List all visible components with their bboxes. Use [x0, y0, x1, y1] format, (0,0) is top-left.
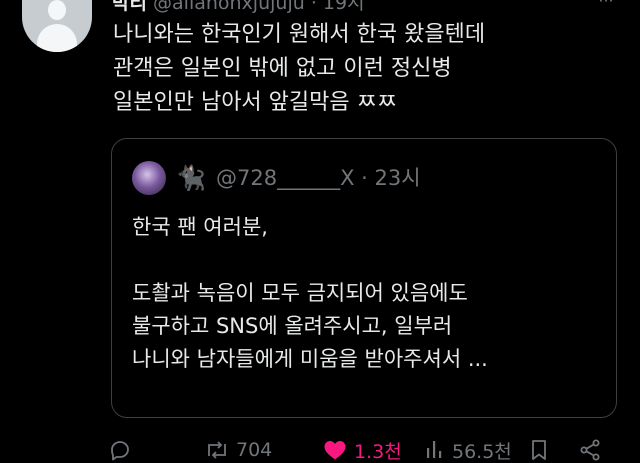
action-bar: 704 1.3천 56.5천: [108, 432, 618, 463]
share-icon: [580, 439, 600, 461]
cat-emoji: 🐈‍⬛: [176, 164, 206, 192]
tweet-text-line: 일본인만 남아서 앞길막음 ㅉㅉ: [113, 90, 398, 115]
avatar-shoulders-shape: [37, 24, 77, 52]
quoted-tweet-card[interactable]: 🐈‍⬛ @728______X · 23시 한국 팬 여러분, 도촬과 녹음이 …: [111, 138, 617, 418]
retweet-count: 704: [236, 439, 273, 461]
views-button[interactable]: 56.5천: [424, 432, 512, 463]
reply-button[interactable]: [108, 432, 132, 463]
retweet-icon: [208, 441, 226, 459]
timestamp[interactable]: · 19시: [311, 0, 365, 14]
display-name[interactable]: 박리: [112, 0, 147, 14]
quoted-tweet-text: 한국 팬 여러분, 도촬과 녹음이 모두 금지되어 있음에도 불구하고 SNS에…: [132, 211, 602, 376]
tweet-header: 박리 @aliahonxjujuju · 19시: [112, 0, 365, 15]
tweet: 박리 @aliahonxjujuju · 19시 ··· 나니와는 한국인기 원…: [0, 0, 640, 463]
quoted-avatar[interactable]: [132, 161, 166, 195]
tweet-text: 나니와는 한국인기 원해서 한국 왔을텐데 관객은 일본인 밖에 없고 이런 정…: [113, 18, 613, 120]
avatar-head-shape: [48, 0, 66, 20]
reply-icon: [111, 441, 129, 461]
quoted-text-line: 나니와 남자들에게 미움을 받아주셔서 ...: [132, 347, 488, 371]
quoted-text-line: 한국 팬 여러분,: [132, 215, 268, 239]
quoted-handle-time: @728______X · 23시: [216, 166, 421, 190]
views-chart-icon: [427, 441, 442, 458]
heart-icon: [324, 441, 346, 460]
quoted-text-line: 도촬과 녹음이 모두 금지되어 있음에도: [132, 281, 468, 305]
views-count: 56.5천: [452, 440, 512, 463]
more-options-icon[interactable]: ···: [586, 0, 626, 10]
share-button[interactable]: [578, 432, 602, 463]
quoted-text-line: [132, 244, 602, 277]
tweet-text-line: 나니와는 한국인기 원해서 한국 왔을텐데: [113, 22, 486, 47]
like-button[interactable]: 1.3천: [322, 432, 402, 463]
user-handle[interactable]: @aliahonxjujuju: [153, 0, 305, 14]
bookmark-icon: [532, 440, 546, 460]
like-count: 1.3천: [354, 440, 402, 463]
bookmark-button[interactable]: [528, 432, 550, 463]
tweet-text-line: 관객은 일본인 밖에 없고 이런 정신병: [113, 56, 452, 81]
avatar[interactable]: [22, 0, 92, 52]
quoted-text-line: 불구하고 SNS에 올려주시고, 일부러: [132, 314, 453, 338]
retweet-button[interactable]: 704: [204, 432, 272, 463]
